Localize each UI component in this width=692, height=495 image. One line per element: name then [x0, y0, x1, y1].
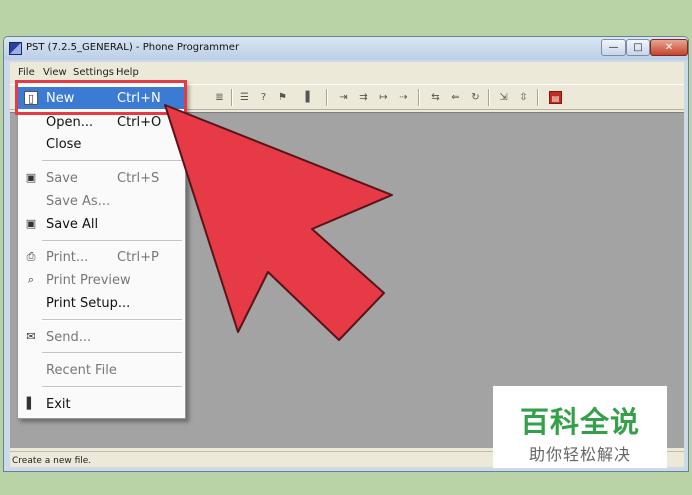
watermark-logo: 百科全说 助你轻松解决 [493, 386, 667, 468]
watermark-title: 百科全说 [519, 405, 640, 439]
watermark-subtitle: 助你轻松解决 [528, 445, 631, 464]
arrow-shape [164, 104, 393, 341]
